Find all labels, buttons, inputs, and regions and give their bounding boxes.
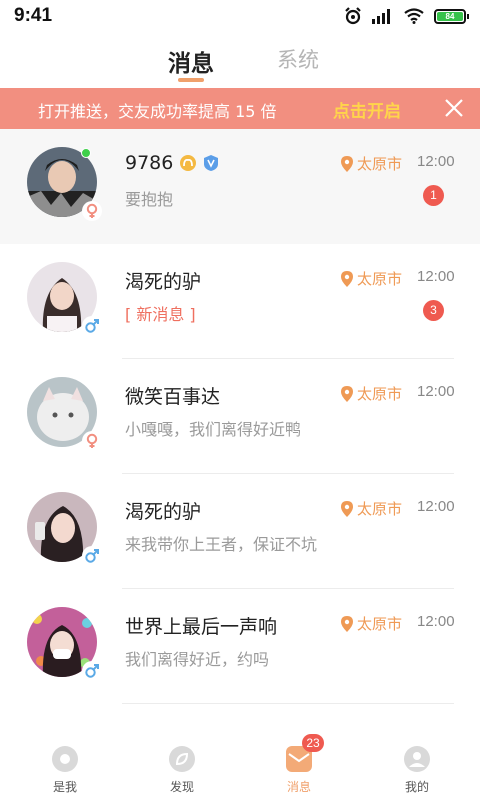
nav-badge: 23: [302, 734, 324, 752]
message-icon: 23: [286, 734, 324, 772]
tab-indicator: [178, 78, 204, 82]
contact-name-row: 渴死的驴: [125, 267, 201, 294]
location-text: 太原市: [357, 270, 403, 288]
verified-badge-icon: [204, 155, 219, 171]
disc-icon: [52, 746, 78, 772]
unread-badge: 3: [423, 300, 444, 321]
location: 太原市: [341, 498, 402, 519]
wifi-icon: [404, 8, 424, 24]
male-icon: [82, 316, 102, 336]
male-icon: [82, 546, 102, 566]
contact-name-row: 渴死的驴: [125, 497, 201, 524]
bottom-nav: 是我 发现 23 消息 我的: [0, 734, 480, 800]
nav-label: 我的: [404, 780, 429, 794]
message-item[interactable]: 渴死的驴 来我带你上王者，保证不坑 太原市 12:00: [0, 474, 480, 589]
profile-icon: [404, 746, 430, 772]
message-item[interactable]: 世界上最后一声响 我们离得好近，约吗 太原市 12:00: [0, 589, 480, 704]
message-preview: 小嘎嘎，我们离得好近鸭: [125, 420, 302, 439]
location: 太原市: [341, 613, 402, 634]
nav-label: 是我: [52, 780, 77, 794]
tab-system[interactable]: 系统: [277, 44, 319, 74]
tab-bar: 消息 系统: [0, 44, 480, 88]
horoscope-badge-icon: [180, 155, 197, 171]
contact-name: 微笑百事达: [125, 386, 221, 408]
contact-name: 9786: [125, 152, 174, 174]
battery-level: 84: [437, 11, 463, 21]
location-pin-icon: [341, 155, 353, 172]
contact-name: 渴死的驴: [125, 271, 202, 293]
nav-label: 消息: [286, 780, 311, 794]
location-pin-icon: [341, 270, 353, 287]
divider: [122, 703, 454, 704]
status-bar: 9:41 84: [0, 0, 480, 34]
location: 太原市: [341, 153, 402, 174]
message-time: 12:00: [417, 498, 455, 515]
leaf-icon: [169, 746, 195, 772]
message-item[interactable]: 微笑百事达 小嘎嘎，我们离得好近鸭 太原市 12:00: [0, 359, 480, 474]
location-pin-icon: [341, 500, 353, 517]
location-text: 太原市: [357, 500, 403, 518]
status-time: 9:41: [14, 5, 53, 26]
location-pin-icon: [341, 615, 353, 632]
message-preview: [ 新消息 ]: [125, 305, 196, 324]
location-pin-icon: [341, 385, 353, 402]
location: 太原市: [341, 268, 402, 289]
message-item[interactable]: 渴死的驴 [ 新消息 ] 太原市 12:00 3: [0, 244, 480, 359]
close-icon[interactable]: [444, 98, 464, 118]
male-icon: [82, 661, 102, 681]
message-preview: 我们离得好近，约吗: [125, 650, 270, 669]
contact-name: 世界上最后一声响: [125, 616, 278, 638]
banner-text: 打开推送，交友成功率提高 15 倍: [38, 102, 277, 121]
message-list: 9786 要抱抱 太原市 12:00 1 渴死的驴 [新消息] 太原市 12…: [0, 129, 480, 704]
female-icon: [82, 431, 102, 451]
message-preview: 要抱抱: [125, 190, 174, 209]
online-indicator: [81, 148, 91, 158]
message-item[interactable]: 9786 要抱抱 太原市 12:00 1: [0, 129, 480, 244]
signal-icon: [372, 9, 390, 24]
location-text: 太原市: [357, 155, 403, 173]
nav-item-discover[interactable]: 发现: [152, 746, 212, 795]
location-text: 太原市: [357, 385, 403, 403]
contact-name: 渴死的驴: [125, 501, 202, 523]
push-banner: 打开推送，交友成功率提高 15 倍 点击开启: [0, 88, 480, 129]
nav-item-mine[interactable]: 我的: [387, 746, 447, 795]
location-text: 太原市: [357, 615, 403, 633]
female-icon: [82, 201, 102, 221]
message-time: 12:00: [417, 613, 455, 630]
status-icons: 84: [344, 7, 469, 25]
contact-name-row: 9786: [125, 152, 219, 174]
enable-push-button[interactable]: 点击开启: [333, 97, 401, 122]
message-time: 12:00: [417, 383, 455, 400]
unread-badge: 1: [423, 185, 444, 206]
contact-name-row: 世界上最后一声响: [125, 612, 277, 639]
nav-item-messages[interactable]: 23 消息: [269, 734, 329, 795]
alarm-icon: [345, 7, 361, 25]
battery-icon: 84: [434, 8, 469, 24]
message-time: 12:00: [417, 153, 455, 170]
message-preview: 来我带你上王者，保证不坑: [125, 535, 318, 554]
message-time: 12:00: [417, 268, 455, 285]
location: 太原市: [341, 383, 402, 404]
nav-label: 发现: [169, 780, 194, 794]
tab-messages[interactable]: 消息: [168, 44, 214, 78]
contact-name-row: 微笑百事达: [125, 382, 220, 409]
nav-item-me[interactable]: 是我: [35, 746, 95, 795]
